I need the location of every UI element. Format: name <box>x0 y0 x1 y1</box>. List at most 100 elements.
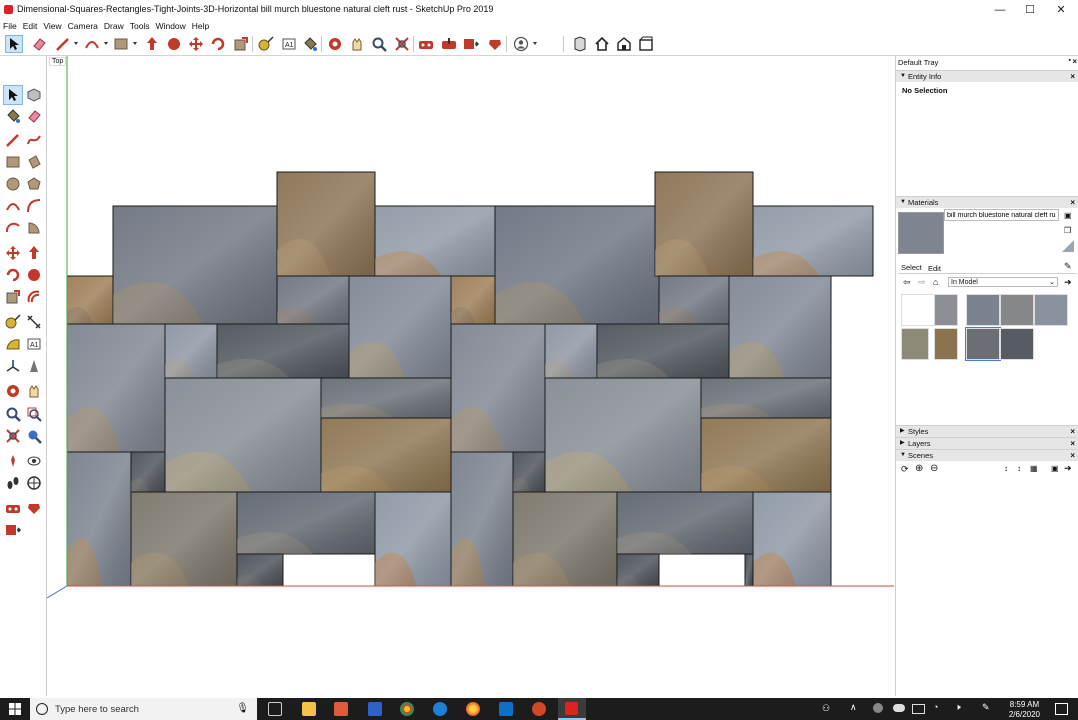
select-tool-icon[interactable] <box>5 35 23 53</box>
account-icon[interactable] <box>513 36 529 52</box>
tape-measure-tool-icon[interactable] <box>258 36 274 52</box>
stone-tile[interactable] <box>700 377 832 419</box>
view-options-icon[interactable]: ▦ <box>1030 464 1038 473</box>
menu-view[interactable]: View <box>40 20 64 33</box>
windows-start-icon[interactable] <box>9 703 21 715</box>
update-scene-icon[interactable]: ⟳ <box>901 464 909 475</box>
zoom-extents-tool-icon[interactable] <box>4 427 22 445</box>
stone-tile[interactable] <box>320 377 452 419</box>
maximize-button[interactable]: ☐ <box>1013 0 1047 20</box>
action-center-icon[interactable] <box>1055 703 1068 715</box>
text-tool-icon[interactable]: A1 <box>281 36 297 52</box>
move-tool-icon[interactable] <box>4 244 22 262</box>
stone-tile[interactable] <box>276 171 376 277</box>
volume-muted-icon[interactable]: 🕨 <box>955 702 961 713</box>
orbit-tool-icon[interactable] <box>4 382 22 400</box>
panel-close-icon[interactable]: × <box>1070 426 1075 437</box>
orbit-tool-icon[interactable] <box>327 36 343 52</box>
file-explorer-icon[interactable] <box>302 702 316 716</box>
sample-paint-icon[interactable]: ✎ <box>1064 261 1072 272</box>
extension-warehouse-tool-icon[interactable] <box>487 36 503 52</box>
zoom-window-tool-icon[interactable] <box>25 405 43 423</box>
scale-tool-icon[interactable] <box>233 36 249 52</box>
protractor-tool-icon[interactable] <box>4 335 22 353</box>
shape-dropdown-icon[interactable] <box>133 42 137 45</box>
details-arrow-icon[interactable]: ➜ <box>1064 463 1072 474</box>
stone-tile[interactable] <box>236 491 376 555</box>
powerpoint-icon[interactable] <box>532 702 546 716</box>
move-tool-icon[interactable] <box>188 36 204 52</box>
stone-tile[interactable] <box>654 171 754 277</box>
stone-tile[interactable] <box>130 491 238 587</box>
create-material-icon[interactable]: ❒ <box>1064 226 1071 235</box>
line-tool-icon[interactable] <box>55 36 71 52</box>
stone-tile[interactable] <box>216 323 350 379</box>
material-swatch[interactable] <box>966 294 1000 326</box>
move-scene-up-icon[interactable]: ↕ <box>1004 464 1008 473</box>
stone-tile[interactable] <box>66 275 114 325</box>
menu-camera[interactable]: Camera <box>65 20 101 33</box>
eraser-tool-icon[interactable] <box>31 36 47 52</box>
menu-window[interactable]: Window <box>153 20 189 33</box>
paint-bucket-tool-icon[interactable] <box>4 107 22 125</box>
rectangle-tool-icon[interactable] <box>113 36 129 52</box>
default-material-icon[interactable]: ▣ <box>1064 211 1072 220</box>
stone-pattern-model[interactable] <box>47 56 894 696</box>
follow-me-tool-icon[interactable] <box>25 266 43 284</box>
network-icon[interactable]: ◔ <box>933 702 938 712</box>
panel-close-icon[interactable]: × <box>1070 438 1075 449</box>
stone-tile[interactable] <box>374 205 496 277</box>
menu-edit[interactable]: Edit <box>20 20 41 33</box>
material-swatch[interactable] <box>1034 294 1068 326</box>
pan-tool-icon[interactable] <box>349 36 365 52</box>
rectangle-tool-icon[interactable] <box>4 153 22 171</box>
task-view-icon[interactable] <box>268 702 282 716</box>
chrome-icon[interactable] <box>400 702 414 716</box>
drive-app-icon[interactable] <box>368 702 382 716</box>
stone-tile[interactable] <box>320 417 452 493</box>
line-tool-icon[interactable] <box>4 131 22 149</box>
menu-tools[interactable]: Tools <box>127 20 153 33</box>
make-component-icon[interactable] <box>25 86 43 104</box>
tray-app-icon[interactable] <box>873 703 883 713</box>
select-tool-icon[interactable] <box>3 85 23 105</box>
firefox-icon[interactable] <box>466 702 480 716</box>
account-dropdown-icon[interactable] <box>533 42 537 45</box>
share-component-tool-icon[interactable] <box>4 521 22 539</box>
material-swatch[interactable] <box>934 294 958 326</box>
menu-file[interactable]: File <box>0 20 20 33</box>
stone-tile[interactable] <box>164 323 218 379</box>
two-point-arc-tool-icon[interactable] <box>25 197 43 215</box>
material-swatch[interactable] <box>1000 294 1034 326</box>
layers-header[interactable]: ▶ Layers × <box>896 437 1078 449</box>
extension-warehouse-tool-icon[interactable] <box>25 499 43 517</box>
material-swatch[interactable] <box>1000 328 1034 360</box>
scenes-header[interactable]: ▼ Scenes × <box>896 449 1078 461</box>
stone-tile[interactable] <box>164 377 322 493</box>
stone-tile[interactable] <box>276 275 350 325</box>
zoom-extents-tool-icon[interactable] <box>394 36 410 52</box>
scene-details-icon[interactable]: ▣ <box>1051 464 1059 473</box>
material-swatch[interactable] <box>934 328 958 360</box>
material-name-input[interactable] <box>944 209 1059 221</box>
battery-icon[interactable] <box>912 704 925 714</box>
line-dropdown-icon[interactable] <box>74 42 78 45</box>
position-camera-icon[interactable] <box>4 452 22 470</box>
arc-dropdown-icon[interactable] <box>104 42 108 45</box>
share-model-tool-icon[interactable] <box>441 36 457 52</box>
panel-close-icon[interactable]: × <box>1070 197 1075 208</box>
move-scene-down-icon[interactable]: ↕ <box>1017 464 1021 473</box>
stone-tile[interactable] <box>728 275 832 379</box>
materials-tab-select[interactable]: Select <box>901 263 922 272</box>
materials-header[interactable]: ▼ Materials × <box>896 196 1078 208</box>
rotated-rectangle-tool-icon[interactable] <box>25 153 43 171</box>
three-point-arc-tool-icon[interactable] <box>4 219 22 237</box>
material-swatch[interactable] <box>901 328 929 360</box>
stone-tile[interactable] <box>544 323 598 379</box>
3d-text-tool-icon[interactable] <box>25 357 43 375</box>
taskbar-clock[interactable]: 8:59 AM 2/6/2020 <box>1009 700 1040 720</box>
warehouse-tool-icon[interactable] <box>418 36 434 52</box>
add-scene-icon[interactable]: ⊕ <box>915 463 923 474</box>
stone-tile[interactable] <box>752 491 832 587</box>
follow-me-tool-icon[interactable] <box>166 36 182 52</box>
